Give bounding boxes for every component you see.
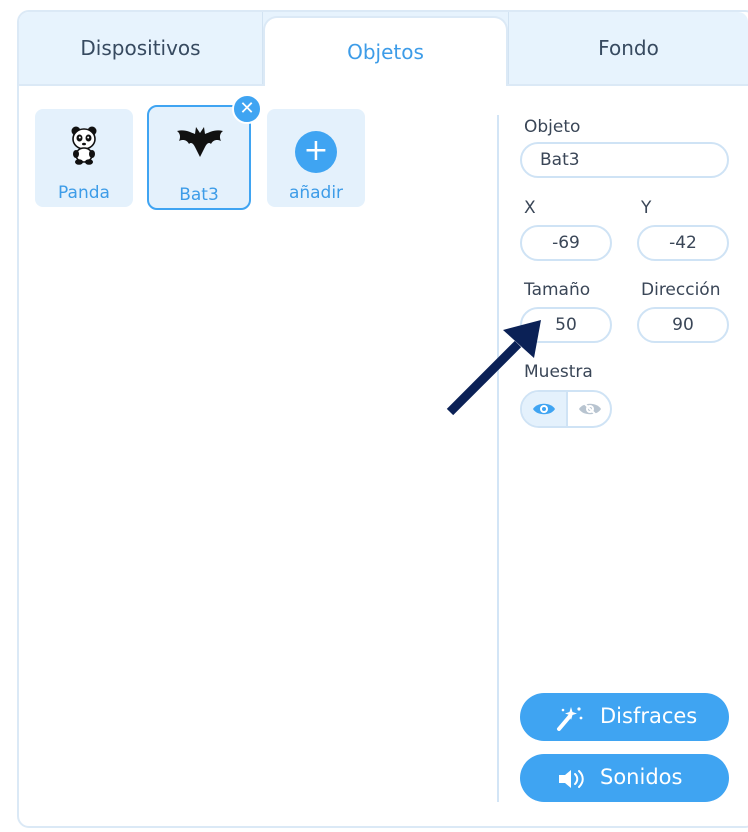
sprite-card-panda[interactable]: Panda (35, 109, 133, 207)
tab-dispositivos[interactable]: Dispositivos (19, 12, 263, 84)
x-input[interactable]: -69 (520, 225, 612, 261)
sprite-card-bat3[interactable]: Bat3 (147, 105, 251, 210)
panda-icon (71, 126, 97, 165)
hide-button[interactable] (568, 392, 610, 426)
object-name-label: Objeto (524, 117, 581, 137)
sounds-button[interactable]: Sonidos (520, 754, 729, 802)
x-label: X (524, 198, 536, 218)
tab-underline-left (19, 84, 263, 86)
eye-off-icon (579, 401, 601, 417)
magic-wand-icon (557, 707, 583, 731)
size-label: Tamaño (524, 280, 591, 300)
costumes-button[interactable]: Disfraces (520, 693, 729, 741)
speaker-icon (559, 770, 584, 788)
y-input[interactable]: -42 (637, 225, 729, 261)
y-label: Y (641, 198, 652, 218)
costumes-label: Disfraces (600, 704, 698, 728)
panel-divider (497, 115, 499, 802)
add-sprite-label: añadir (288, 183, 344, 203)
tab-objetos[interactable]: Objetos (263, 16, 508, 86)
close-icon: ✕ (239, 98, 255, 119)
sprite-label: Panda (58, 183, 110, 203)
tab-fondo[interactable]: Fondo (508, 12, 748, 84)
add-sprite-button[interactable]: + añadir (267, 109, 365, 207)
delete-sprite-button[interactable]: ✕ (232, 94, 262, 124)
direction-label: Dirección (641, 280, 721, 300)
bat-icon (177, 127, 223, 157)
pointer-arrow-icon (446, 320, 541, 416)
tab-underline-right (508, 84, 748, 86)
object-name-input[interactable]: Bat3 (520, 142, 729, 178)
direction-input[interactable]: 90 (637, 307, 729, 343)
sprite-label: Bat3 (179, 185, 219, 205)
plus-icon: + (295, 131, 337, 173)
sounds-label: Sonidos (600, 765, 683, 789)
